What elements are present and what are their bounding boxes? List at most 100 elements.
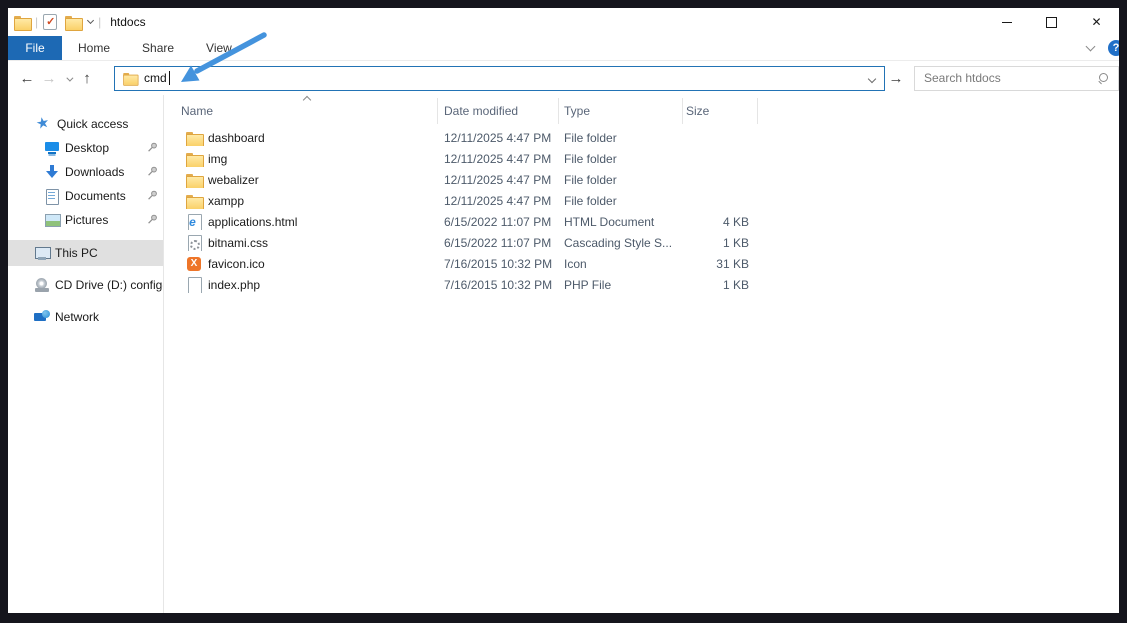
type-cell: File folder bbox=[559, 173, 683, 187]
file-name: applications.html bbox=[208, 215, 297, 229]
back-button[interactable]: ← bbox=[16, 71, 38, 86]
sidebar-item-label: Desktop bbox=[65, 141, 109, 155]
folder-icon bbox=[186, 130, 202, 146]
sidebar-item-documents[interactable]: Documents bbox=[8, 184, 163, 208]
properties-check-icon[interactable] bbox=[43, 14, 57, 30]
sidebar-item-pictures[interactable]: Pictures bbox=[8, 208, 163, 232]
sidebar-item-downloads[interactable]: Downloads bbox=[8, 160, 163, 184]
type-cell: File folder bbox=[559, 194, 683, 208]
downloads-icon bbox=[44, 164, 60, 180]
address-input-value: cmd bbox=[144, 71, 167, 85]
file-name-cell: favicon.ico bbox=[164, 256, 438, 272]
file-name: index.php bbox=[208, 278, 260, 292]
file-name: xampp bbox=[208, 194, 244, 208]
file-name: dashboard bbox=[208, 131, 265, 145]
type-cell: File folder bbox=[559, 152, 683, 166]
type-cell: Icon bbox=[559, 257, 683, 271]
file-row-applications-html[interactable]: applications.html6/15/2022 11:07 PMHTML … bbox=[164, 211, 1119, 232]
ribbon-tab-row: File Home Share View ? bbox=[8, 36, 1119, 61]
address-bar[interactable]: cmd bbox=[114, 66, 885, 91]
sidebar-item-quick-access[interactable]: Quick access bbox=[8, 112, 163, 136]
file-row-bitnami-css[interactable]: bitnami.css6/15/2022 11:07 PMCascading S… bbox=[164, 232, 1119, 253]
window-controls bbox=[984, 8, 1119, 36]
column-header-date-modified[interactable]: Date modified bbox=[438, 98, 559, 124]
file-rows: dashboard12/11/2025 4:47 PMFile folderim… bbox=[164, 127, 1119, 295]
column-header-size[interactable]: Size bbox=[683, 98, 758, 124]
up-button[interactable]: ↑ bbox=[76, 71, 98, 86]
search-box[interactable]: Search htdocs bbox=[914, 66, 1119, 91]
thispc-icon bbox=[34, 245, 50, 261]
pin-icon bbox=[147, 190, 158, 204]
tab-view[interactable]: View bbox=[190, 36, 248, 60]
css-file-icon bbox=[186, 235, 202, 251]
file-row-webalizer[interactable]: webalizer12/11/2025 4:47 PMFile folder bbox=[164, 169, 1119, 190]
titlebar-separator: | bbox=[98, 15, 101, 29]
maximize-button[interactable] bbox=[1029, 8, 1074, 36]
file-icon bbox=[186, 277, 202, 293]
file-name-cell: xampp bbox=[164, 193, 438, 209]
file-name: favicon.ico bbox=[208, 257, 265, 271]
tab-file[interactable]: File bbox=[8, 36, 62, 60]
recent-locations-dropdown-icon[interactable] bbox=[66, 74, 73, 81]
explorer-window: | | htdocs File Home Share View ? ← → ↑ … bbox=[8, 8, 1119, 613]
size-cell: 1 KB bbox=[683, 278, 758, 292]
html-file-icon bbox=[186, 214, 202, 230]
size-cell: 4 KB bbox=[683, 215, 758, 229]
pin-icon bbox=[147, 214, 158, 228]
window-title: htdocs bbox=[110, 15, 145, 29]
file-name: img bbox=[208, 152, 227, 166]
file-name-cell: dashboard bbox=[164, 130, 438, 146]
search-icon[interactable] bbox=[1098, 73, 1109, 84]
date-modified-cell: 12/11/2025 4:47 PM bbox=[438, 131, 559, 145]
help-icon[interactable]: ? bbox=[1108, 40, 1119, 56]
tab-share[interactable]: Share bbox=[126, 36, 190, 60]
sidebar-item-label: Documents bbox=[65, 189, 126, 203]
sidebar: Quick access Desktop Downloads Documents Pic… bbox=[8, 95, 164, 613]
size-cell: 31 KB bbox=[683, 257, 758, 271]
minimize-button[interactable] bbox=[984, 8, 1029, 36]
type-cell: HTML Document bbox=[559, 215, 683, 229]
close-button[interactable] bbox=[1074, 8, 1119, 36]
file-row-index-php[interactable]: index.php 7/16/2015 10:32 PMPHP File1 KB bbox=[164, 274, 1119, 295]
sidebar-item-cd-drive-d-config[interactable]: CD Drive (D:) config- bbox=[8, 272, 163, 298]
file-name-cell: webalizer bbox=[164, 172, 438, 188]
file-name-cell: index.php bbox=[164, 277, 438, 293]
file-row-img[interactable]: img 12/11/2025 4:47 PMFile folder bbox=[164, 148, 1119, 169]
expand-ribbon-icon[interactable] bbox=[1086, 42, 1096, 52]
column-header-type[interactable]: Type bbox=[559, 98, 683, 124]
go-to-button[interactable]: → bbox=[885, 70, 907, 87]
sidebar-item-label: CD Drive (D:) config- bbox=[55, 278, 164, 292]
documents-icon bbox=[44, 188, 60, 204]
forward-button[interactable]: → bbox=[38, 71, 60, 86]
file-name-cell: img bbox=[164, 151, 438, 167]
sidebar-item-network[interactable]: Network bbox=[8, 304, 163, 330]
date-modified-cell: 7/16/2015 10:32 PM bbox=[438, 257, 559, 271]
file-row-favicon-ico[interactable]: favicon.ico 7/16/2015 10:32 PMIcon31 KB bbox=[164, 253, 1119, 274]
column-headers: Name Date modified Type Size bbox=[164, 95, 1119, 127]
column-header-name[interactable]: Name bbox=[164, 98, 438, 124]
file-name-cell: bitnami.css bbox=[164, 235, 438, 251]
size-cell: 1 KB bbox=[683, 236, 758, 250]
address-dropdown-icon[interactable] bbox=[868, 74, 876, 82]
sidebar-item-label: Downloads bbox=[65, 165, 124, 179]
new-folder-icon[interactable] bbox=[65, 16, 81, 29]
pictures-icon bbox=[44, 212, 60, 228]
folder-icon bbox=[186, 193, 202, 209]
type-cell: PHP File bbox=[559, 278, 683, 292]
xampp-favicon-icon bbox=[186, 256, 202, 272]
file-name: bitnami.css bbox=[208, 236, 268, 250]
date-modified-cell: 12/11/2025 4:47 PM bbox=[438, 152, 559, 166]
date-modified-cell: 7/16/2015 10:32 PM bbox=[438, 278, 559, 292]
cddrive-icon bbox=[34, 277, 50, 293]
navigation-toolbar: ← → ↑ cmd → Search htdocs bbox=[8, 61, 1119, 95]
search-placeholder: Search htdocs bbox=[924, 71, 1001, 85]
file-list-panel: Name Date modified Type Size dashboard 12… bbox=[164, 95, 1119, 613]
pin-icon bbox=[147, 166, 158, 180]
tab-home[interactable]: Home bbox=[62, 36, 126, 60]
file-row-dashboard[interactable]: dashboard12/11/2025 4:47 PMFile folder bbox=[164, 127, 1119, 148]
sidebar-item-desktop[interactable]: Desktop bbox=[8, 136, 163, 160]
file-row-xampp[interactable]: xampp12/11/2025 4:47 PMFile folder bbox=[164, 190, 1119, 211]
customize-toolbar-dropdown-icon[interactable] bbox=[87, 16, 94, 23]
sidebar-item-label: Quick access bbox=[57, 117, 128, 131]
sidebar-item-this-pc[interactable]: This PC bbox=[8, 240, 163, 266]
